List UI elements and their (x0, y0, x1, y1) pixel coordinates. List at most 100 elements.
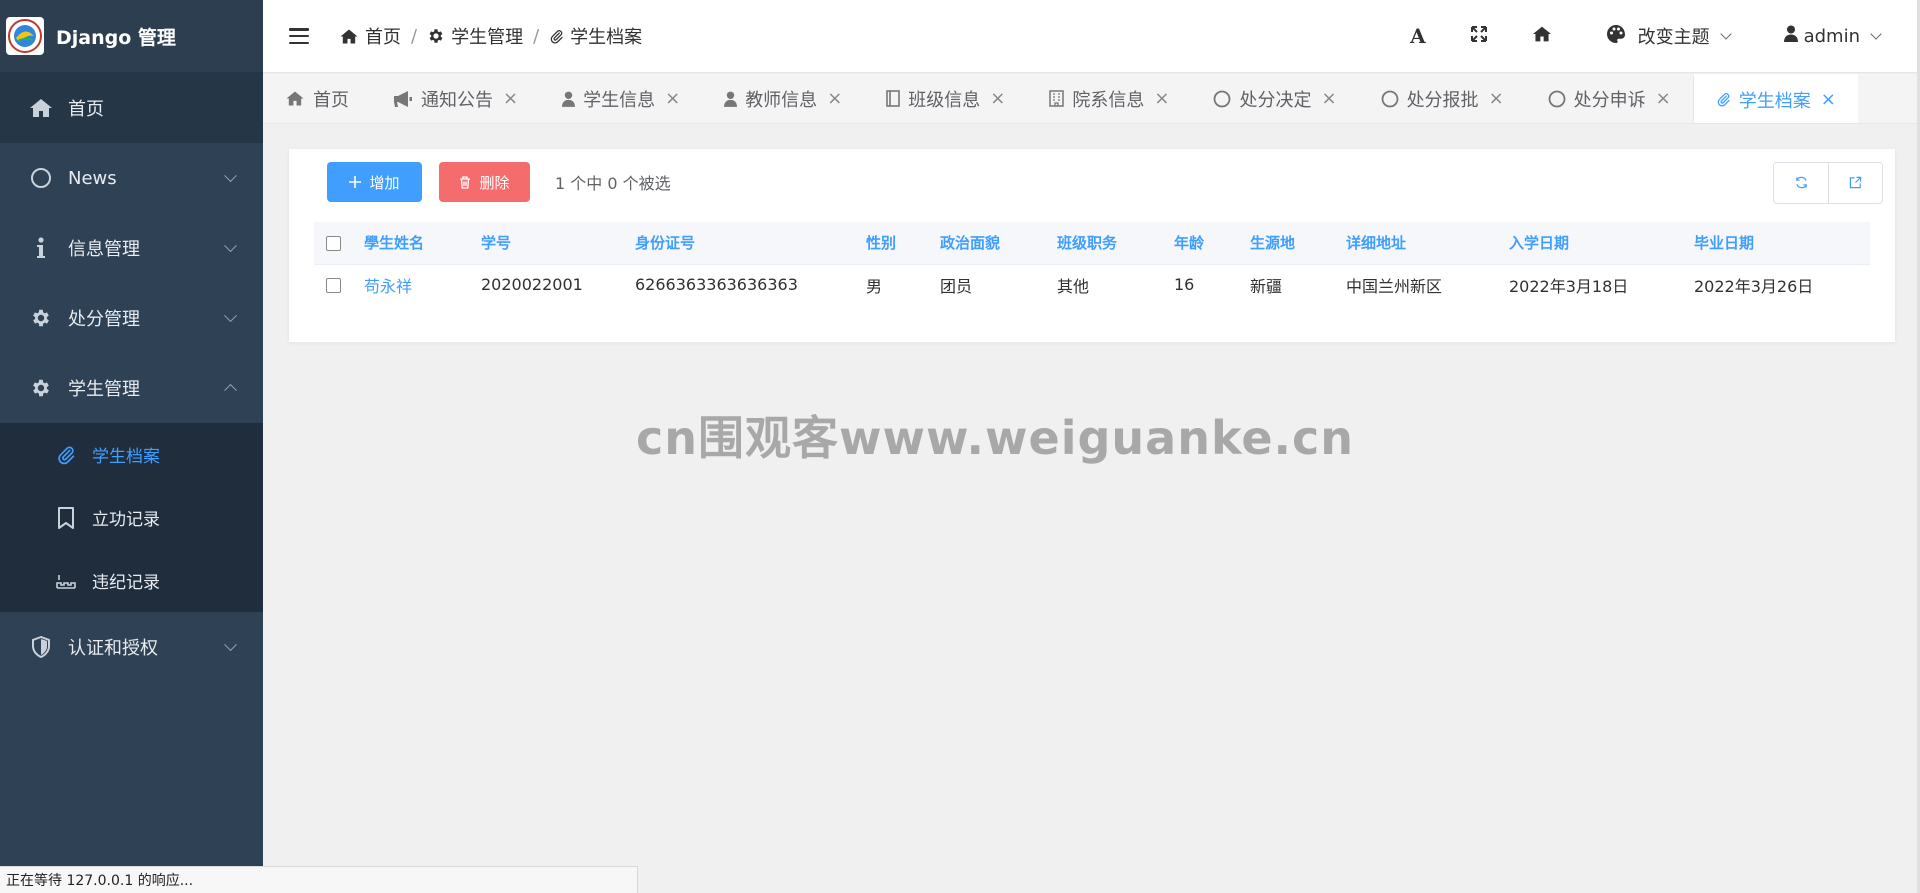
breadcrumb-label: 首页 (365, 27, 401, 48)
table-tools (1773, 162, 1883, 204)
home-icon (28, 95, 54, 121)
sidebar-subitem-merit-record[interactable]: 立功记录 (0, 486, 263, 549)
sidebar-item-info-management[interactable]: 信息管理 (0, 213, 263, 283)
column-header[interactable]: 學生姓名 (364, 222, 481, 265)
select-all-checkbox[interactable] (326, 235, 341, 251)
tab-punishment-appeal[interactable]: 处分申诉 × (1526, 74, 1693, 123)
menu-toggle-icon[interactable] (289, 28, 309, 44)
chevron-up-icon (224, 383, 237, 397)
close-icon[interactable]: × (1321, 88, 1336, 109)
column-header[interactable]: 班级职务 (1057, 222, 1174, 265)
tab-punishment-decision[interactable]: 处分决定 × (1191, 74, 1358, 123)
user-icon (562, 91, 576, 107)
column-header[interactable]: 生源地 (1250, 222, 1346, 265)
palette-icon (1606, 24, 1626, 49)
breadcrumb-home[interactable]: 首页 (339, 23, 401, 49)
sidebar-subitem-violation-record[interactable]: 违纪记录 (0, 549, 263, 612)
column-header[interactable]: 详细地址 (1346, 222, 1509, 265)
column-header[interactable]: 身份证号 (635, 222, 866, 265)
theme-label: 改变主题 (1637, 27, 1710, 48)
table-cell: 16 (1174, 264, 1250, 306)
paperclip-icon (1716, 92, 1731, 107)
sidebar-item-discipline-management[interactable]: 处分管理 (0, 283, 263, 353)
refresh-button[interactable] (1774, 163, 1828, 203)
close-icon[interactable]: × (1821, 89, 1836, 110)
column-header[interactable]: 毕业日期 (1694, 222, 1870, 265)
tab-student-info[interactable]: 学生信息 × (540, 74, 702, 123)
add-button[interactable]: 增加 (327, 162, 422, 202)
select-all-cell (314, 222, 364, 265)
student-name-link[interactable]: 苟永祥 (364, 277, 412, 296)
row-checkbox[interactable] (326, 278, 341, 293)
sidebar-subitem-label: 学生档案 (92, 447, 160, 467)
ruler-icon (54, 569, 78, 593)
logo-icon (6, 17, 44, 55)
sidebar-item-label: 学生管理 (68, 379, 140, 400)
sidebar-item-auth[interactable]: 认证和授权 (0, 612, 263, 682)
close-icon[interactable]: × (1489, 88, 1504, 109)
home-button[interactable] (1510, 0, 1574, 72)
table-cell: 团员 (940, 264, 1057, 306)
browser-status-bar: 正在等待 127.0.0.1 的响应... (0, 866, 638, 893)
table-cell: 新疆 (1250, 264, 1346, 306)
breadcrumb-separator: / (411, 25, 418, 47)
font-size-button[interactable]: A (1388, 0, 1448, 72)
sidebar-item-label: 处分管理 (68, 309, 140, 330)
circle-icon (1213, 90, 1231, 108)
sidebar-item-home[interactable]: 首页 (0, 73, 263, 143)
close-icon[interactable]: × (1154, 88, 1169, 109)
delete-button-label: 删除 (479, 173, 510, 192)
export-icon (1849, 174, 1862, 193)
tab-department-info[interactable]: 院系信息 × (1027, 74, 1191, 123)
tab-home[interactable]: 首页 (263, 74, 371, 123)
gear-icon (28, 305, 54, 331)
breadcrumb: 首页 / 学生管理 / 学生档案 (339, 23, 642, 49)
column-header[interactable]: 入学日期 (1509, 222, 1694, 265)
export-button[interactable] (1828, 163, 1882, 203)
tab-teacher-info[interactable]: 教师信息 × (702, 74, 864, 123)
chevron-down-icon (1719, 27, 1732, 40)
sidebar-item-news[interactable]: News (0, 143, 263, 213)
sidebar-subitem-label: 违纪记录 (92, 573, 160, 593)
breadcrumb-student-management[interactable]: 学生管理 (427, 23, 523, 49)
table-cell: 其他 (1057, 264, 1174, 306)
tab-notice[interactable]: 通知公告 × (371, 74, 540, 123)
sidebar-item-label: 信息管理 (68, 239, 140, 260)
chevron-down-icon (224, 638, 237, 652)
home-icon (285, 90, 305, 107)
paperclip-icon (54, 443, 78, 467)
column-header[interactable]: 性别 (866, 222, 940, 265)
close-icon[interactable]: × (665, 88, 680, 109)
trash-icon (459, 175, 471, 189)
close-icon[interactable]: × (827, 88, 842, 109)
home-icon (1532, 25, 1552, 48)
tab-label: 院系信息 (1072, 89, 1145, 111)
username: admin (1803, 25, 1860, 47)
user-menu-button[interactable]: admin (1762, 0, 1920, 72)
column-header[interactable]: 年龄 (1174, 222, 1250, 265)
sidebar-subitem-student-archive[interactable]: 学生档案 (0, 423, 263, 486)
column-header[interactable]: 政治面貌 (940, 222, 1057, 265)
column-header[interactable]: 学号 (481, 222, 635, 265)
breadcrumb-label: 学生档案 (570, 27, 643, 48)
breadcrumb-student-archive: 学生档案 (549, 23, 642, 49)
close-icon[interactable]: × (503, 88, 518, 109)
fullscreen-button[interactable] (1448, 0, 1510, 72)
table-cell: 苟永祥 (364, 264, 481, 306)
table-cell: 男 (866, 264, 940, 306)
breadcrumb-label: 学生管理 (451, 27, 524, 48)
close-icon[interactable]: × (1656, 88, 1671, 109)
tab-class-info[interactable]: 班级信息 × (864, 74, 1027, 123)
change-theme-button[interactable]: 改变主题 (1574, 0, 1762, 72)
delete-button[interactable]: 删除 (439, 162, 530, 202)
row-select-cell (314, 264, 364, 306)
tab-punishment-approval[interactable]: 处分报批 × (1359, 74, 1526, 123)
sidebar-item-student-management[interactable]: 学生管理 (0, 353, 263, 423)
expand-icon (1470, 25, 1488, 48)
tab-label: 班级信息 (908, 89, 981, 111)
tab-label: 处分决定 (1239, 89, 1312, 111)
close-icon[interactable]: × (990, 88, 1005, 109)
tab-label: 教师信息 (745, 89, 818, 111)
tab-student-archive[interactable]: 学生档案 × (1692, 74, 1858, 123)
table-cell: 2022年3月18日 (1509, 264, 1694, 306)
